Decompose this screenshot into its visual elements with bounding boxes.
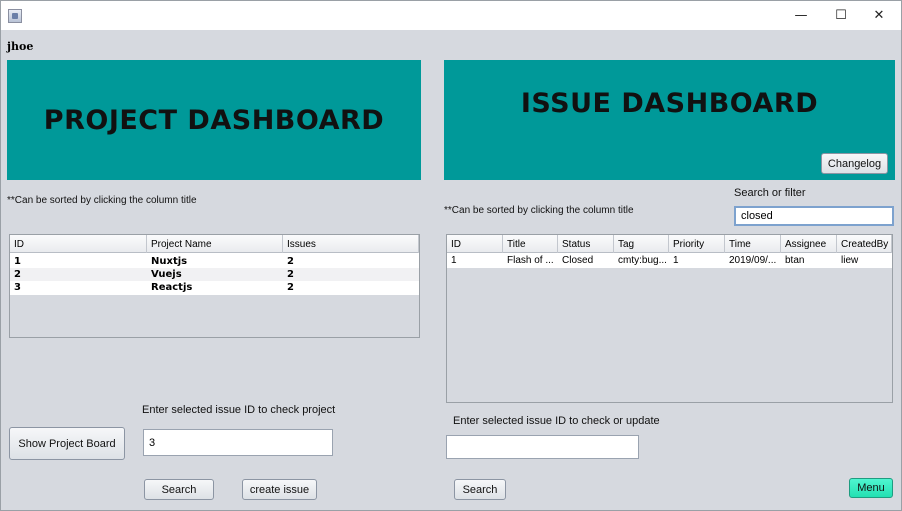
table-row[interactable]: 2 Vuejs 2 (10, 268, 419, 281)
issue-col-createdby[interactable]: CreatedBy (837, 235, 892, 253)
issue-table: ID Title Status Tag Priority Time Assign… (446, 234, 893, 403)
issue-col-title[interactable]: Title (503, 235, 558, 253)
project-search-button[interactable]: Search (144, 479, 214, 500)
table-row[interactable]: 1 Flash of ... Closed cmty:bug... 1 2019… (447, 254, 892, 267)
issue-id-input[interactable] (446, 435, 639, 459)
issue-cell-tag: cmty:bug... (618, 255, 667, 266)
project-cell-id: 3 (14, 282, 21, 293)
project-col-issues[interactable]: Issues (283, 235, 419, 253)
close-button[interactable]: ✕ (859, 1, 899, 30)
project-cell-issues: 2 (287, 269, 294, 280)
project-dashboard-banner: PROJECT DASHBOARD (7, 60, 421, 180)
project-table: ID Project Name Issues 1 Nuxtjs 2 2 Vuej… (9, 234, 420, 338)
changelog-button[interactable]: Changelog (821, 153, 888, 174)
issue-col-id[interactable]: ID (447, 235, 503, 253)
create-issue-button[interactable]: create issue (242, 479, 317, 500)
project-col-id[interactable]: ID (10, 235, 147, 253)
issue-cell-createdby: liew (841, 255, 859, 266)
issue-cell-title: Flash of ... (507, 255, 554, 266)
project-cell-name: Nuxtjs (151, 256, 188, 267)
project-cell-id: 1 (14, 256, 21, 267)
issue-col-status[interactable]: Status (558, 235, 614, 253)
project-issue-id-input[interactable]: 3 (143, 429, 333, 456)
table-row[interactable]: 3 Reactjs 2 (10, 281, 419, 294)
java-app-icon (8, 9, 22, 23)
project-cell-name: Vuejs (151, 269, 182, 280)
app-window: — ☐ ✕ jhoe PROJECT DASHBOARD **Can be so… (0, 0, 902, 511)
issue-sort-note: **Can be sorted by clicking the column t… (444, 205, 634, 216)
project-id-prompt: Enter selected issue ID to check project (142, 404, 336, 416)
issue-search-button[interactable]: Search (454, 479, 506, 500)
issue-col-priority[interactable]: Priority (669, 235, 725, 253)
issue-dashboard-title: ISSUE DASHBOARD (520, 88, 819, 119)
title-bar: — ☐ ✕ (1, 1, 901, 30)
table-row[interactable]: 1 Nuxtjs 2 (10, 255, 419, 268)
project-cell-issues: 2 (287, 256, 294, 267)
issue-id-prompt: Enter selected issue ID to check or upda… (453, 415, 660, 427)
issue-col-tag[interactable]: Tag (614, 235, 669, 253)
issue-cell-status: Closed (562, 255, 594, 266)
issue-cell-priority: 1 (673, 255, 679, 266)
show-project-board-button[interactable]: Show Project Board (9, 427, 125, 460)
project-col-name[interactable]: Project Name (147, 235, 283, 253)
issue-cell-time: 2019/09/... (729, 255, 777, 266)
issue-cell-id: 1 (451, 255, 457, 266)
issue-filter-input[interactable]: closed (734, 206, 894, 226)
filter-label: Search or filter (734, 187, 806, 199)
project-cell-name: Reactjs (151, 282, 193, 293)
project-cell-issues: 2 (287, 282, 294, 293)
issue-table-empty-area (447, 268, 892, 402)
project-sort-note: **Can be sorted by clicking the column t… (7, 195, 197, 206)
project-table-header: ID Project Name Issues (10, 235, 419, 253)
project-cell-id: 2 (14, 269, 21, 280)
username-label: jhoe (7, 40, 34, 53)
issue-table-header: ID Title Status Tag Priority Time Assign… (447, 235, 892, 253)
maximize-button[interactable]: ☐ (821, 1, 861, 30)
minimize-button[interactable]: — (781, 1, 821, 30)
issue-cell-assignee: btan (785, 255, 805, 266)
project-table-empty-area (10, 295, 419, 337)
project-dashboard-title: PROJECT DASHBOARD (43, 104, 385, 136)
issue-col-assignee[interactable]: Assignee (781, 235, 837, 253)
menu-button[interactable]: Menu (849, 478, 893, 498)
issue-col-time[interactable]: Time (725, 235, 781, 253)
